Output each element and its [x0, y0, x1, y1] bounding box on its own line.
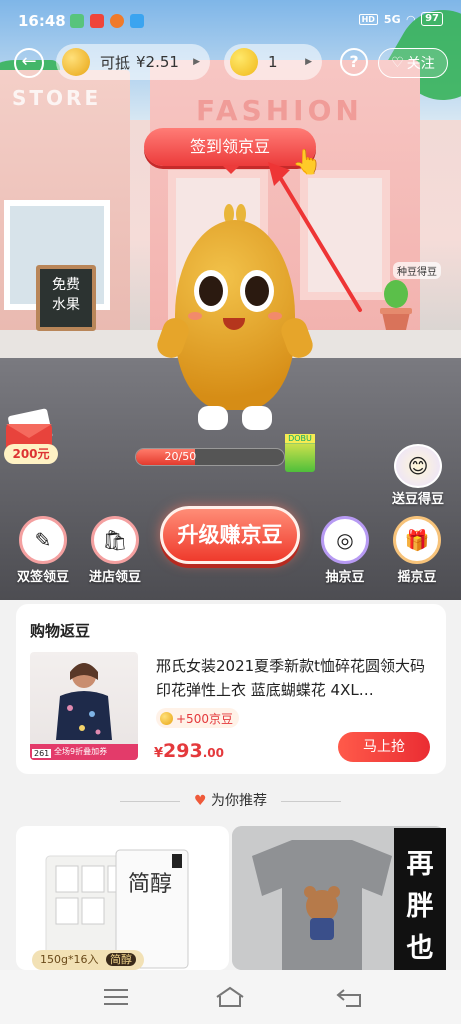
bean-reward-text: +500京豆	[176, 711, 233, 726]
capsule-icon: ◎	[321, 516, 369, 564]
mascot-hug-icon: 😊	[394, 444, 442, 488]
price-currency: ¥	[154, 746, 164, 761]
free-fruit-board[interactable]: 免费 水果	[36, 265, 96, 331]
shake-bean-label: 摇京豆	[397, 570, 437, 585]
send-bean-button[interactable]: 😊 送豆得豆	[389, 444, 447, 507]
red-packet-amount: 200元	[4, 444, 58, 464]
draw-bean-label: 抽京豆	[325, 570, 365, 585]
yogurt-product-image	[45, 849, 189, 969]
follow-label: 关注	[406, 56, 435, 72]
arrow-left-icon: ←	[21, 51, 37, 72]
send-bean-label: 送豆得豆	[391, 492, 444, 507]
status-bar: 16:48 HD 5G ◠ 97	[0, 8, 461, 34]
back-button[interactable]: ←	[14, 48, 44, 78]
telegram-icon	[130, 14, 144, 28]
gift-box-label: DOBU	[285, 434, 315, 444]
draw-bean-button[interactable]: ◎ 抽京豆	[310, 516, 380, 585]
recommend-header: ♥ 为你推荐	[0, 790, 461, 810]
recommend-title: 为你推荐	[211, 793, 267, 809]
recommend-product-card[interactable]: 简醇	[16, 826, 229, 970]
hd-icon: HD	[358, 13, 378, 25]
price-decimal: .00	[202, 746, 224, 760]
promo-badge-text: 全场9折叠加券	[54, 747, 108, 756]
mascot-cheek	[188, 312, 202, 320]
chevron-right-icon: ▶	[305, 57, 312, 67]
bean-coin-icon	[160, 711, 173, 725]
weibo-icon	[110, 14, 124, 28]
bean-coin-icon	[62, 48, 90, 76]
app-notification-icon	[90, 14, 104, 28]
plant-pot-icon[interactable]	[376, 276, 416, 332]
help-button[interactable]: ?	[340, 48, 368, 76]
store-collect-button[interactable]: 🛍 进店领豆	[80, 516, 150, 585]
fruit-board-line1: 免费	[52, 277, 80, 293]
chevron-right-icon: ▶	[193, 57, 200, 67]
wifi-icon: ◠	[406, 12, 416, 26]
heart-icon: ♡	[391, 55, 404, 71]
mascot-foot	[242, 406, 272, 430]
home-icon[interactable]	[214, 984, 246, 1010]
network-indicator: 5G	[383, 12, 401, 26]
store-sign: STORE	[12, 86, 102, 110]
deduct-label: 可抵	[100, 53, 131, 72]
promo-char: 也	[406, 933, 434, 964]
bean-reward-tag: +500京豆	[156, 708, 239, 728]
promo-char: 再	[406, 849, 434, 880]
mascot-character[interactable]	[153, 200, 317, 440]
double-sign-button[interactable]: ✎ 双签领豆	[8, 516, 78, 585]
mascot-eye	[240, 270, 274, 312]
upgrade-progress-bar: 20/50	[135, 448, 285, 466]
system-nav-bar	[0, 970, 461, 1024]
store-collect-label: 进店领豆	[88, 570, 141, 585]
mascot-foot	[198, 406, 228, 430]
heart-icon: ♥	[193, 793, 207, 809]
mascot-face-icon	[230, 48, 258, 76]
yogurt-brand-text: 简醇	[128, 872, 173, 897]
mascot-cheek	[268, 312, 282, 320]
buy-now-button[interactable]: 马上抢	[338, 732, 430, 762]
bean-count-pill[interactable]: 1 ▶	[224, 44, 322, 80]
menu-icon[interactable]	[100, 984, 132, 1010]
follow-button[interactable]: ♡ 关注	[378, 48, 448, 78]
divider	[119, 800, 180, 802]
promo-number: 261	[32, 749, 52, 758]
rebate-title: 购物返豆	[30, 622, 91, 640]
app-notification-icon	[70, 14, 84, 28]
upgrade-button[interactable]: 升级赚京豆	[160, 506, 300, 564]
shopping-rebate-card: 购物返豆 全场9折叠加券 261 邢氏女装2021夏季新款t恤碎花圆领大码印花弹…	[16, 604, 446, 774]
status-time: 16:48	[18, 12, 66, 30]
shake-bean-button[interactable]: 🎁 摇京豆	[382, 516, 452, 585]
shop-bag-icon: 🛍	[91, 516, 139, 564]
deduct-pill[interactable]: 可抵 ¥2.51 ▶	[56, 44, 210, 80]
brand-tag: 简醇	[105, 953, 136, 966]
progress-text: 20/50	[164, 450, 197, 463]
price-integer: 293	[163, 740, 203, 762]
fruit-board-line2: 水果	[52, 297, 80, 313]
product-price: ¥293.00	[154, 740, 224, 762]
weight-badge: 150g*16入 简醇	[32, 950, 144, 970]
mascot-eye	[194, 270, 228, 312]
pencil-card-icon: ✎	[19, 516, 67, 564]
deduct-value: ¥2.51	[136, 53, 179, 71]
bean-count: 1	[268, 53, 278, 71]
pointing-hand-icon: 👆	[292, 148, 322, 176]
promo-vertical-text: 再 胖 也	[394, 828, 446, 970]
battery-indicator: 97	[421, 12, 443, 26]
gift-icon: 🎁	[393, 516, 441, 564]
gift-box-icon[interactable]: DOBU	[285, 434, 315, 472]
product-title[interactable]: 邢氏女装2021夏季新款t恤碎花圆领大码印花弹性上衣 蓝底蝴蝶花 4XL…	[156, 654, 434, 702]
divider	[281, 800, 342, 802]
promo-char: 胖	[406, 891, 434, 922]
product-image[interactable]: 全场9折叠加券 261	[30, 652, 138, 760]
fashion-sign: FASHION	[196, 94, 363, 127]
weight-text: 150g*16入	[40, 953, 99, 966]
double-sign-label: 双签领豆	[16, 570, 69, 585]
back-nav-icon[interactable]	[334, 984, 366, 1010]
